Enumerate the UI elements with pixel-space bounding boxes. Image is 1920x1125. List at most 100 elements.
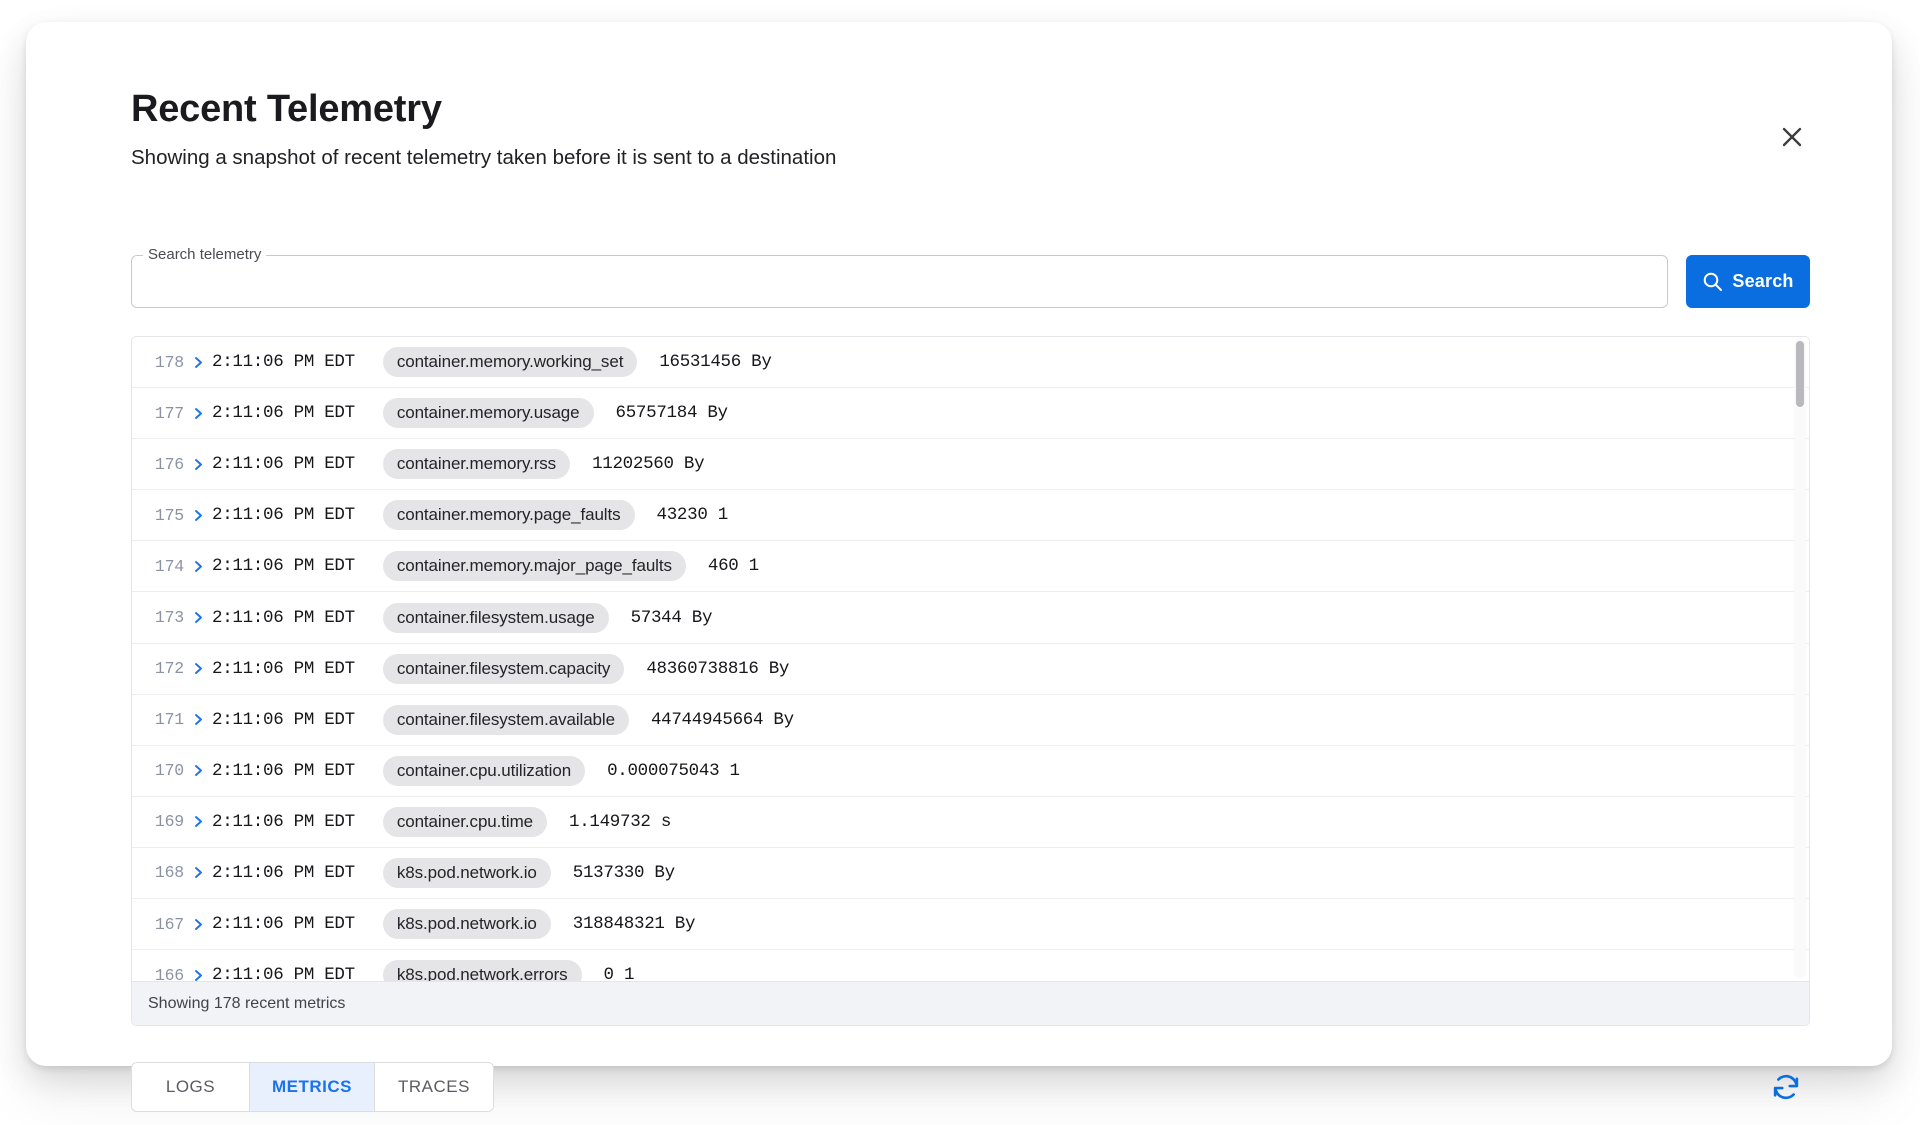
recent-telemetry-dialog: Recent Telemetry Showing a snapshot of r… — [26, 22, 1892, 1112]
chevron-right-icon[interactable] — [184, 610, 212, 625]
row-index: 178 — [154, 352, 184, 372]
row-index: 170 — [154, 761, 184, 781]
table-row[interactable]: 177 2:11:06 PM EDT container.memory.usage 6… — [132, 388, 1809, 440]
row-value: 460 1 — [707, 556, 759, 577]
page-title: Recent Telemetry — [131, 88, 442, 130]
row-metric-name: container.memory.rss — [382, 449, 571, 480]
row-timestamp: 2:11:06 PM EDT — [212, 556, 355, 577]
chevron-right-icon[interactable] — [184, 508, 212, 523]
row-value: 43230 1 — [656, 505, 729, 526]
chevron-right-icon[interactable] — [184, 917, 212, 932]
telemetry-list: 178 2:11:06 PM EDT container.memory.workin… — [132, 337, 1809, 981]
row-metric-name: k8s.pod.network.errors — [382, 960, 582, 981]
row-timestamp: 2:11:06 PM EDT — [212, 760, 355, 781]
row-value: 0 1 — [603, 965, 635, 981]
row-index: 169 — [154, 812, 184, 832]
row-timestamp: 2:11:06 PM EDT — [212, 352, 355, 373]
row-value: 0.000075043 1 — [607, 760, 740, 781]
search-input[interactable] — [131, 255, 1668, 308]
row-timestamp: 2:11:06 PM EDT — [212, 811, 355, 832]
refresh-icon — [1771, 1072, 1801, 1102]
chevron-right-icon[interactable] — [184, 457, 212, 472]
table-row[interactable]: 169 2:11:06 PM EDT container.cpu.time 1.149… — [132, 796, 1809, 848]
row-index: 177 — [154, 403, 184, 423]
dialog-content: Recent Telemetry Showing a snapshot of r… — [131, 88, 1810, 1112]
row-metric-name: container.cpu.utilization — [382, 755, 586, 786]
row-timestamp: 2:11:06 PM EDT — [212, 709, 355, 730]
row-metric-name: k8s.pod.network.io — [382, 857, 551, 888]
refresh-button[interactable] — [1760, 1061, 1812, 1113]
row-metric-name: container.filesystem.usage — [382, 602, 609, 633]
row-index: 167 — [154, 914, 184, 934]
tab-logs[interactable]: LOGS — [132, 1063, 250, 1111]
search-button[interactable]: Search — [1686, 255, 1810, 308]
row-timestamp: 2:11:06 PM EDT — [212, 965, 355, 981]
tab-metrics[interactable]: METRICS — [250, 1063, 375, 1111]
row-metric-name: container.cpu.time — [382, 806, 547, 837]
search-button-label: Search — [1732, 271, 1794, 291]
row-value: 44744945664 By — [650, 709, 794, 730]
row-value: 5137330 By — [572, 862, 675, 883]
page-subtitle: Showing a snapshot of recent telemetry t… — [131, 145, 837, 169]
chevron-right-icon[interactable] — [184, 661, 212, 676]
chevron-right-icon[interactable] — [184, 814, 212, 829]
table-row[interactable]: 178 2:11:06 PM EDT container.memory.workin… — [132, 337, 1809, 389]
row-index: 172 — [154, 659, 184, 679]
chevron-right-icon[interactable] — [184, 968, 212, 981]
chevron-right-icon[interactable] — [184, 406, 212, 421]
table-row[interactable]: 173 2:11:06 PM EDT container.filesystem.us… — [132, 592, 1809, 644]
row-metric-name: container.memory.major_page_faults — [382, 551, 686, 582]
table-row[interactable]: 171 2:11:06 PM EDT container.filesystem.av… — [132, 694, 1809, 746]
row-value: 57344 By — [630, 607, 713, 628]
row-timestamp: 2:11:06 PM EDT — [212, 862, 355, 883]
row-timestamp: 2:11:06 PM EDT — [212, 403, 355, 424]
row-metric-name: container.filesystem.available — [382, 704, 629, 735]
telemetry-list-panel: 178 2:11:06 PM EDT container.memory.workin… — [131, 336, 1810, 1026]
table-row[interactable]: 175 2:11:06 PM EDT container.memory.page_f… — [132, 490, 1809, 542]
table-row[interactable]: 172 2:11:06 PM EDT container.filesystem.ca… — [132, 643, 1809, 695]
row-metric-name: container.memory.page_faults — [382, 500, 635, 531]
close-button[interactable] — [1769, 114, 1815, 160]
table-row[interactable]: 174 2:11:06 PM EDT container.memory.major_… — [132, 541, 1809, 593]
row-timestamp: 2:11:06 PM EDT — [212, 607, 355, 628]
chevron-right-icon[interactable] — [184, 712, 212, 727]
list-footer-text: Showing 178 recent metrics — [148, 994, 346, 1012]
search-icon — [1702, 271, 1723, 292]
row-timestamp: 2:11:06 PM EDT — [212, 658, 355, 679]
table-row[interactable]: 168 2:11:06 PM EDT k8s.pod.network.io 51373… — [132, 847, 1809, 900]
screen: Recent Telemetry Showing a snapshot of r… — [0, 0, 1920, 1125]
telemetry-type-tabs: LOGS METRICS TRACES — [131, 1062, 494, 1112]
search-row: Search telemetry Search — [131, 246, 1810, 308]
row-value: 11202560 By — [592, 454, 705, 475]
row-index: 168 — [154, 863, 184, 883]
row-value: 1.149732 s — [569, 811, 672, 832]
chevron-right-icon[interactable] — [184, 865, 212, 880]
row-value: 48360738816 By — [646, 658, 790, 679]
row-metric-name: container.memory.working_set — [382, 347, 638, 378]
tab-traces[interactable]: TRACES — [375, 1063, 493, 1111]
chevron-right-icon[interactable] — [184, 355, 212, 370]
table-row[interactable]: 166 2:11:06 PM EDT k8s.pod.network.errors 0… — [132, 950, 1809, 981]
list-scrollbar[interactable] — [1794, 339, 1806, 979]
row-timestamp: 2:11:06 PM EDT — [212, 914, 355, 935]
row-index: 174 — [154, 556, 184, 576]
search-field-label: Search telemetry — [143, 246, 267, 264]
close-icon — [1779, 124, 1805, 150]
row-metric-name: container.memory.usage — [382, 398, 594, 429]
bottom-bar: LOGS METRICS TRACES — [131, 1061, 1810, 1113]
row-index: 173 — [154, 608, 184, 628]
row-index: 171 — [154, 710, 184, 730]
row-index: 176 — [154, 454, 184, 474]
list-scrollbar-thumb[interactable] — [1796, 341, 1804, 407]
row-value: 318848321 By — [572, 914, 696, 935]
table-row[interactable]: 167 2:11:06 PM EDT k8s.pod.network.io 31884… — [132, 899, 1809, 951]
row-timestamp: 2:11:06 PM EDT — [212, 454, 355, 475]
row-value: 16531456 By — [659, 352, 772, 373]
table-row[interactable]: 176 2:11:06 PM EDT container.memory.rss 112… — [132, 439, 1809, 491]
row-index: 175 — [154, 505, 184, 525]
row-index: 166 — [154, 965, 184, 981]
chevron-right-icon[interactable] — [184, 559, 212, 574]
chevron-right-icon[interactable] — [184, 763, 212, 778]
list-footer: Showing 178 recent metrics — [132, 981, 1809, 1025]
table-row[interactable]: 170 2:11:06 PM EDT container.cpu.utilizati… — [132, 745, 1809, 797]
